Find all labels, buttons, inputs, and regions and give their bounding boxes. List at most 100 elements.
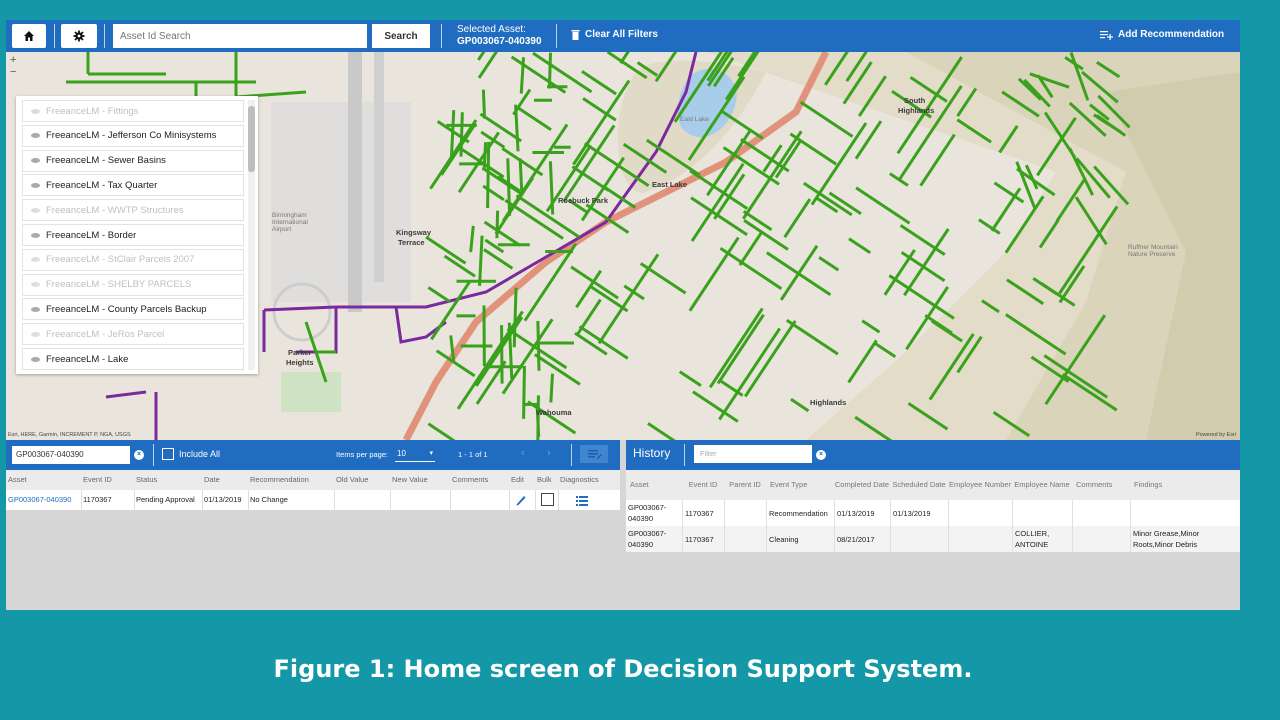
- layer-item[interactable]: FreeanceLM - Sewer Basins: [22, 149, 244, 172]
- layer-item-label: FreeanceLM - County Parcels Backup: [46, 303, 207, 315]
- eye-icon[interactable]: [31, 182, 40, 188]
- label-airport: Birmingham International Airport: [272, 212, 308, 233]
- column-header[interactable]: Parent ID: [724, 470, 766, 500]
- table-row[interactable]: GP003067-040390 1170367 Cleaning 08/21/2017…: [626, 526, 1240, 552]
- asset-id-search-input[interactable]: [113, 24, 367, 48]
- chevron-down-icon: ▾: [429, 450, 433, 457]
- sewer-line: [536, 320, 541, 371]
- eye-icon[interactable]: [31, 158, 40, 164]
- bulk-tool-button[interactable]: [580, 445, 608, 463]
- column-header[interactable]: Scheduled Date: [890, 470, 948, 500]
- edit-list-icon: [588, 450, 602, 459]
- sewer-line: [990, 187, 1022, 232]
- sewer-line: [873, 341, 897, 359]
- home-button[interactable]: [12, 24, 46, 48]
- history-title: History: [633, 446, 671, 460]
- sewer-line: [486, 141, 491, 209]
- zoom-in-button[interactable]: +: [10, 54, 24, 66]
- cell-employee-number: [948, 500, 1012, 526]
- column-header[interactable]: Bulk: [537, 470, 552, 490]
- add-recommendation-button[interactable]: Add Recommendation: [1100, 29, 1224, 40]
- column-header[interactable]: Status: [136, 470, 157, 490]
- layer-item[interactable]: FreeanceLM - StClair Parcels 2007: [22, 248, 244, 271]
- column-header[interactable]: Employee Name: [1012, 470, 1072, 500]
- sewer-line: [619, 52, 630, 65]
- label-highlands: Highlands: [898, 106, 935, 115]
- sewer-line: [742, 210, 773, 232]
- clear-history-filter-icon[interactable]: ×: [816, 450, 826, 460]
- column-header[interactable]: Event ID: [83, 470, 112, 490]
- layer-item[interactable]: FreeanceLM - WWTP Structures: [22, 199, 244, 222]
- zoom-out-button[interactable]: −: [10, 66, 24, 78]
- column-header[interactable]: Findings: [1130, 470, 1240, 500]
- layer-item[interactable]: FreeanceLM - Tax Quarter: [22, 174, 244, 197]
- sewer-line: [708, 307, 764, 389]
- column-header[interactable]: Date: [204, 470, 220, 490]
- column-header[interactable]: Comments: [1072, 470, 1130, 500]
- layer-item-label: FreeanceLM - Jefferson Co Minisystems: [46, 130, 217, 142]
- asset-filter-input[interactable]: GP003067-040390: [12, 446, 130, 464]
- eye-icon[interactable]: [31, 108, 40, 114]
- column-header[interactable]: Edit: [511, 470, 524, 490]
- column-header[interactable]: Comments: [452, 470, 488, 490]
- items-per-page-label: Items per page:: [336, 450, 389, 459]
- column-header[interactable]: Old Value: [336, 470, 368, 490]
- sewer-line: [802, 181, 853, 217]
- column-header[interactable]: Event ID: [682, 470, 724, 500]
- layer-item[interactable]: FreeanceLM - Jefferson Co Minisystems: [22, 124, 244, 147]
- layer-list-panel: FreeanceLM - Fittings FreeanceLM - Jeffer…: [16, 96, 258, 374]
- layer-list-scroll-thumb[interactable]: [248, 106, 255, 172]
- asset-link[interactable]: GP003067-040390: [8, 490, 71, 510]
- previous-page-icon[interactable]: ‹: [521, 447, 525, 459]
- next-page-icon[interactable]: ›: [547, 447, 551, 459]
- cell-completed-date: 08/21/2017: [834, 526, 890, 552]
- table-row[interactable]: GP003067-040390 1170367 Pending Approval 01…: [6, 490, 620, 510]
- items-per-page-select[interactable]: 10 ▾: [395, 446, 435, 462]
- column-header[interactable]: New Value: [392, 470, 428, 490]
- eye-icon[interactable]: [31, 356, 40, 362]
- layer-item[interactable]: FreeanceLM - Fittings: [22, 100, 244, 122]
- eye-icon[interactable]: [31, 133, 40, 139]
- history-filter-input[interactable]: Filter: [694, 445, 812, 463]
- column-header[interactable]: Asset: [626, 470, 682, 500]
- clear-asset-filter-icon[interactable]: ×: [134, 450, 144, 460]
- layer-item[interactable]: FreeanceLM - Lake: [22, 348, 244, 370]
- settings-button[interactable]: [61, 24, 97, 48]
- layer-item[interactable]: FreeanceLM - Border: [22, 224, 244, 246]
- map-view[interactable]: + − East Lake Kingsway Terrace Parker He…: [6, 52, 1240, 440]
- cell-scheduled-date: 01/13/2019: [890, 500, 948, 526]
- clear-filters-button[interactable]: Clear All Filters: [571, 29, 658, 40]
- column-divider: [535, 490, 536, 510]
- eye-icon[interactable]: [31, 257, 40, 263]
- search-button[interactable]: Search: [372, 24, 430, 48]
- eye-icon[interactable]: [31, 331, 40, 337]
- toolbar-divider: [54, 24, 55, 48]
- column-header[interactable]: Completed Date: [834, 470, 890, 500]
- eye-icon[interactable]: [31, 282, 40, 288]
- table-row[interactable]: GP003067-040390 1170367 Recommendation 01/1…: [626, 500, 1240, 526]
- column-header[interactable]: Recommendation: [250, 470, 309, 490]
- layer-item[interactable]: FreeanceLM - SHELBY PARCELS: [22, 273, 244, 296]
- column-header[interactable]: Event Type: [766, 470, 834, 500]
- sewer-line: [536, 395, 540, 440]
- layer-item[interactable]: FreeanceLM - County Parcels Backup: [22, 298, 244, 321]
- layer-item[interactable]: FreeanceLM - JeRos Parcel: [22, 323, 244, 346]
- bulk-checkbox[interactable]: [541, 493, 554, 506]
- include-all-label: Include All: [179, 449, 221, 459]
- column-header[interactable]: Asset: [8, 470, 27, 490]
- sewer-line: [575, 269, 603, 309]
- sewer-line: [719, 247, 783, 290]
- sewer-line: [469, 225, 475, 253]
- eye-icon[interactable]: [31, 207, 40, 213]
- column-header[interactable]: Employee Number: [948, 470, 1012, 500]
- cell-employee-name: COLLIER, ANTOINE: [1012, 526, 1072, 552]
- layer-item-label: FreeanceLM - Border: [46, 229, 137, 241]
- include-all-checkbox[interactable]: [162, 448, 174, 460]
- column-header[interactable]: Diagnostics: [560, 470, 599, 490]
- eye-icon[interactable]: [31, 232, 40, 238]
- diagnostics-list-icon[interactable]: [576, 494, 588, 506]
- edit-pencil-icon[interactable]: [515, 493, 527, 507]
- eye-icon[interactable]: [31, 306, 40, 312]
- cell-findings: [1130, 500, 1240, 526]
- sewer-line: [799, 100, 854, 138]
